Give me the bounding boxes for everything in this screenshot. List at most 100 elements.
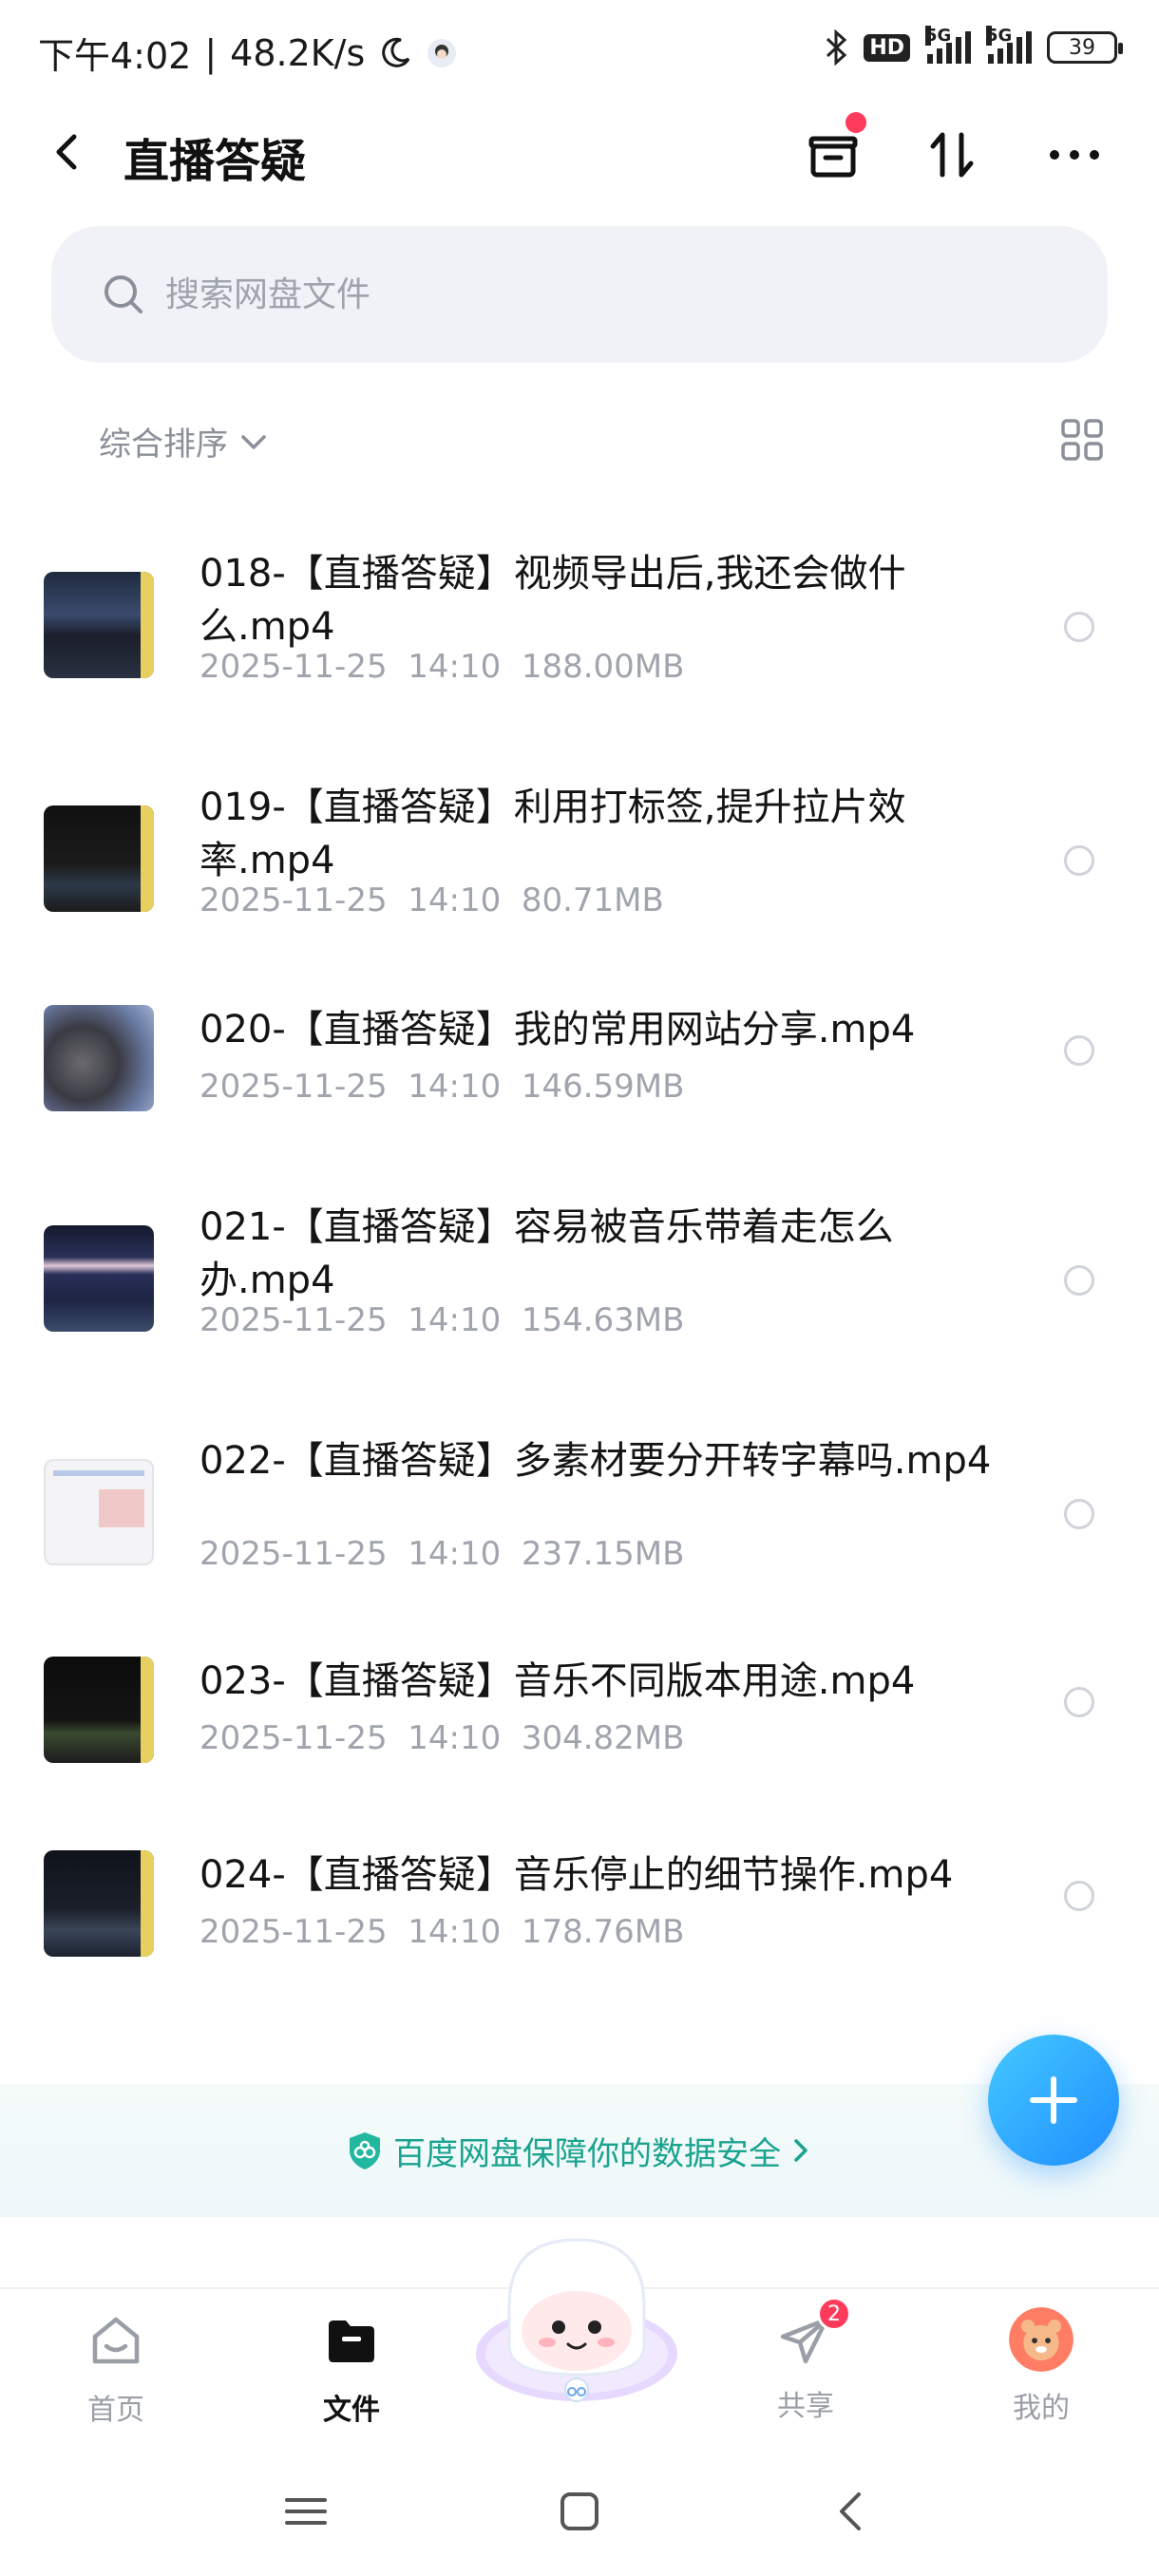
thumb-detail	[99, 1489, 144, 1527]
file-size: 304.82MB	[521, 1719, 685, 1757]
thumb-detail	[141, 1850, 154, 1957]
battery-icon: 39	[1047, 31, 1123, 64]
status-right: HD 5G 5G 39	[824, 26, 1123, 66]
video-thumbnail	[44, 1225, 154, 1332]
thumb-detail	[141, 805, 154, 912]
sort-arrows-button[interactable]	[920, 122, 986, 188]
status-divider: |	[204, 31, 218, 74]
file-meta: 2025-11-25 14:10 146.59MB	[200, 1068, 684, 1106]
nav-home[interactable]: 首页	[40, 2302, 192, 2435]
menu-icon[interactable]	[277, 2483, 334, 2540]
header: 直播答疑	[0, 104, 1159, 199]
thumb-detail	[53, 1470, 144, 1476]
file-size: 178.76MB	[521, 1913, 685, 1951]
signal-1-icon: 5G	[925, 26, 971, 64]
chevron-right-icon	[794, 2139, 808, 2162]
search-bar[interactable]	[51, 226, 1108, 363]
file-date: 2025-11-25	[200, 1068, 388, 1106]
security-banner[interactable]: 百度网盘保障你的数据安全	[0, 2084, 1159, 2217]
file-date: 2025-11-25	[200, 1719, 388, 1757]
file-date: 2025-11-25	[200, 881, 388, 919]
banner-text: 百度网盘保障你的数据安全	[393, 2134, 781, 2173]
file-time: 14:10	[408, 1913, 502, 1951]
select-checkbox[interactable]	[1064, 1265, 1094, 1296]
sort-dropdown[interactable]: 综合排序	[99, 418, 270, 464]
select-checkbox[interactable]	[1064, 612, 1094, 642]
file-date: 2025-11-25	[200, 648, 388, 686]
home-square-icon[interactable]	[551, 2483, 608, 2540]
signal-2-icon: 5G	[986, 26, 1032, 64]
select-checkbox[interactable]	[1064, 845, 1094, 876]
file-name: 019-【直播答疑】利用打标签,提升拉片效率.mp4	[200, 786, 906, 882]
status-net-speed: 48.2K/s	[230, 31, 366, 74]
video-thumbnail	[44, 572, 154, 678]
back-triangle-icon[interactable]	[823, 2483, 880, 2540]
file-size: 237.15MB	[521, 1535, 685, 1573]
file-size: 146.59MB	[521, 1068, 685, 1106]
file-name: 023-【直播答疑】音乐不同版本用途.mp4	[200, 1659, 916, 1703]
avatar	[1009, 2307, 1074, 2372]
network-type-2: 5G	[986, 26, 1013, 46]
file-row[interactable]: 019-【直播答疑】利用打标签,提升拉片效率.mp4 2025-11-25 14…	[0, 747, 1159, 937]
file-row[interactable]: 018-【直播答疑】视频导出后,我还会做什么.mp4 2025-11-25 14…	[0, 513, 1159, 703]
file-name: 018-【直播答疑】视频导出后,我还会做什么.mp4	[200, 552, 906, 649]
video-thumbnail	[44, 1459, 154, 1565]
search-input[interactable]	[165, 262, 1020, 327]
chevron-down-icon	[241, 434, 266, 449]
app-notification-icon	[428, 38, 457, 67]
bluetooth-icon	[826, 28, 847, 66]
video-thumbnail	[44, 1850, 154, 1957]
hd-badge: HD	[864, 33, 910, 62]
more-options-button[interactable]	[1041, 122, 1108, 188]
file-row[interactable]: 024-【直播答疑】音乐停止的细节操作.mp4 2025-11-25 14:10…	[0, 1824, 1159, 1966]
transfer-list-button[interactable]	[800, 112, 866, 188]
home-icon	[92, 2317, 140, 2364]
file-time: 14:10	[408, 648, 502, 686]
file-name: 024-【直播答疑】音乐停止的细节操作.mp4	[200, 1853, 954, 1897]
grid-view-icon[interactable]	[1060, 418, 1104, 462]
thumb-detail	[141, 1657, 154, 1763]
file-time: 14:10	[408, 881, 502, 919]
file-name: 020-【直播答疑】我的常用网站分享.mp4	[200, 1008, 916, 1051]
status-time: 下午4:02	[38, 35, 192, 77]
mascot-assistant-button[interactable]	[471, 2232, 682, 2413]
search-icon	[104, 275, 142, 313]
file-date: 2025-11-25	[200, 1301, 388, 1339]
sort-label: 综合排序	[99, 426, 228, 464]
folder-icon	[329, 2320, 374, 2362]
shield-icon	[350, 2132, 380, 2169]
network-type-1: 5G	[925, 26, 952, 46]
nav-mine-label: 我的	[1013, 2392, 1070, 2425]
back-button[interactable]	[42, 125, 95, 179]
file-meta: 2025-11-25 14:10 178.76MB	[200, 1913, 684, 1951]
select-checkbox[interactable]	[1064, 1035, 1094, 1066]
file-meta: 2025-11-25 14:10 80.71MB	[200, 881, 664, 919]
video-thumbnail	[44, 1657, 154, 1763]
select-checkbox[interactable]	[1064, 1881, 1094, 1911]
select-checkbox[interactable]	[1064, 1499, 1094, 1529]
video-thumbnail	[44, 805, 154, 912]
nav-share[interactable]: 2 共享	[730, 2297, 882, 2435]
nav-share-label: 共享	[777, 2390, 834, 2423]
status-bar: 下午4:02 | 48.2K/s HD 5G 5G 39	[0, 0, 1159, 104]
file-row[interactable]: 020-【直播答疑】我的常用网站分享.mp4 2025-11-25 14:10 …	[0, 978, 1159, 1121]
nav-files[interactable]: 文件	[276, 2302, 428, 2435]
file-time: 14:10	[408, 1535, 502, 1573]
select-checkbox[interactable]	[1064, 1687, 1094, 1717]
battery-level: 39	[1069, 35, 1095, 60]
file-row[interactable]: 021-【直播答疑】容易被音乐带着走怎么办.mp4 2025-11-25 14:…	[0, 1166, 1159, 1356]
file-date: 2025-11-25	[200, 1535, 388, 1573]
moon-icon	[382, 37, 410, 67]
file-meta: 2025-11-25 14:10 154.63MB	[200, 1301, 684, 1339]
notification-dot	[846, 112, 866, 133]
add-button[interactable]	[988, 2035, 1119, 2166]
file-row[interactable]: 022-【直播答疑】多素材要分开转字幕吗.mp4 2025-11-25 14:1…	[0, 1400, 1159, 1590]
thumb-detail	[141, 572, 154, 678]
file-meta: 2025-11-25 14:10 304.82MB	[200, 1719, 684, 1757]
nav-mine[interactable]: 我的	[965, 2302, 1117, 2435]
file-row[interactable]: 023-【直播答疑】音乐不同版本用途.mp4 2025-11-25 14:10 …	[0, 1630, 1159, 1772]
system-nav-bar	[0, 2449, 1159, 2576]
file-name: 021-【直播答疑】容易被音乐带着走怎么办.mp4	[200, 1205, 894, 1302]
file-name: 022-【直播答疑】多素材要分开转字幕吗.mp4	[200, 1439, 992, 1483]
file-size: 154.63MB	[521, 1301, 685, 1339]
